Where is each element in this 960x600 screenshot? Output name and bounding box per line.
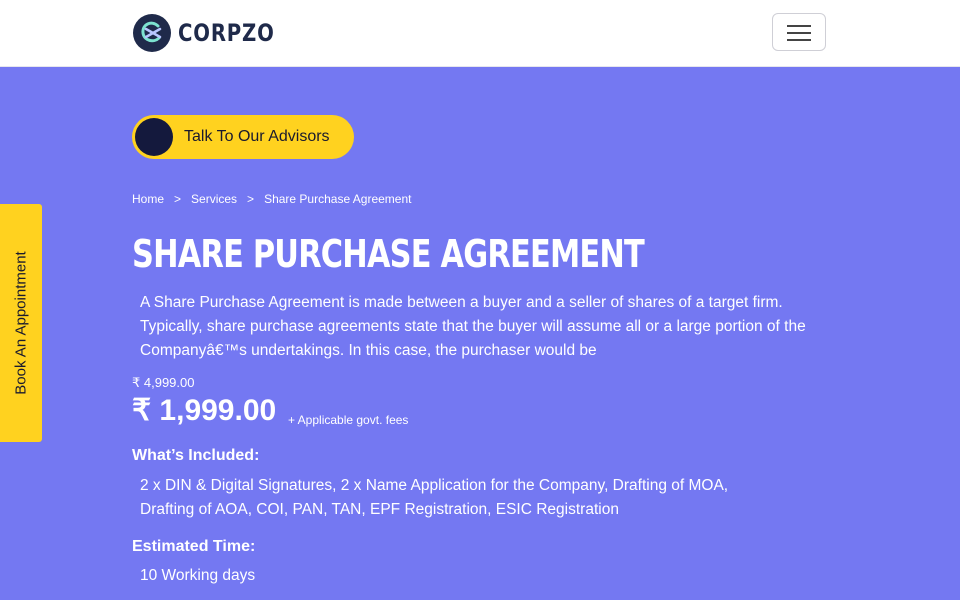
current-price: ₹ 1,999.00 (132, 394, 277, 427)
talk-to-advisors-button[interactable]: Talk To Our Advisors (132, 115, 354, 159)
breadcrumb-separator: > (174, 192, 182, 206)
hamburger-menu-icon (787, 32, 811, 34)
original-price: ₹ 4,999.00 (132, 375, 195, 390)
hamburger-menu-icon (787, 39, 811, 41)
included-text: 2 x DIN & Digital Signatures, 2 x Name A… (140, 477, 729, 518)
brand-name: CORPZO (178, 19, 275, 47)
book-appointment-tab[interactable]: Book An Appointment (0, 204, 42, 442)
book-appointment-label: Book An Appointment (12, 251, 30, 395)
navbar: CORPZO (0, 0, 960, 67)
fees-note: + Applicable govt. fees (288, 413, 409, 427)
estimated-time-heading: Estimated Time: (132, 538, 256, 555)
breadcrumb-current: Share Purchase Agreement (264, 192, 412, 206)
included-heading: What’s Included: (132, 447, 260, 464)
page-title: SHARE PURCHASE AGREEMENT (132, 232, 645, 276)
estimated-time-value: 10 Working days (140, 567, 256, 584)
talk-to-advisors-label: Talk To Our Advisors (184, 128, 330, 145)
advisor-avatar-icon (135, 118, 173, 156)
hamburger-menu-button[interactable] (772, 13, 826, 51)
brand-logo[interactable]: CORPZO (132, 13, 296, 53)
breadcrumb-services[interactable]: Services (191, 192, 237, 206)
breadcrumb-separator: > (247, 192, 255, 206)
service-description: A Share Purchase Agreement is made betwe… (140, 294, 806, 359)
hamburger-menu-icon (787, 25, 811, 27)
breadcrumb-home[interactable]: Home (132, 192, 164, 206)
corpzo-logo-icon (133, 14, 171, 52)
breadcrumb: Home > Services > Share Purchase Agreeme… (132, 192, 411, 206)
